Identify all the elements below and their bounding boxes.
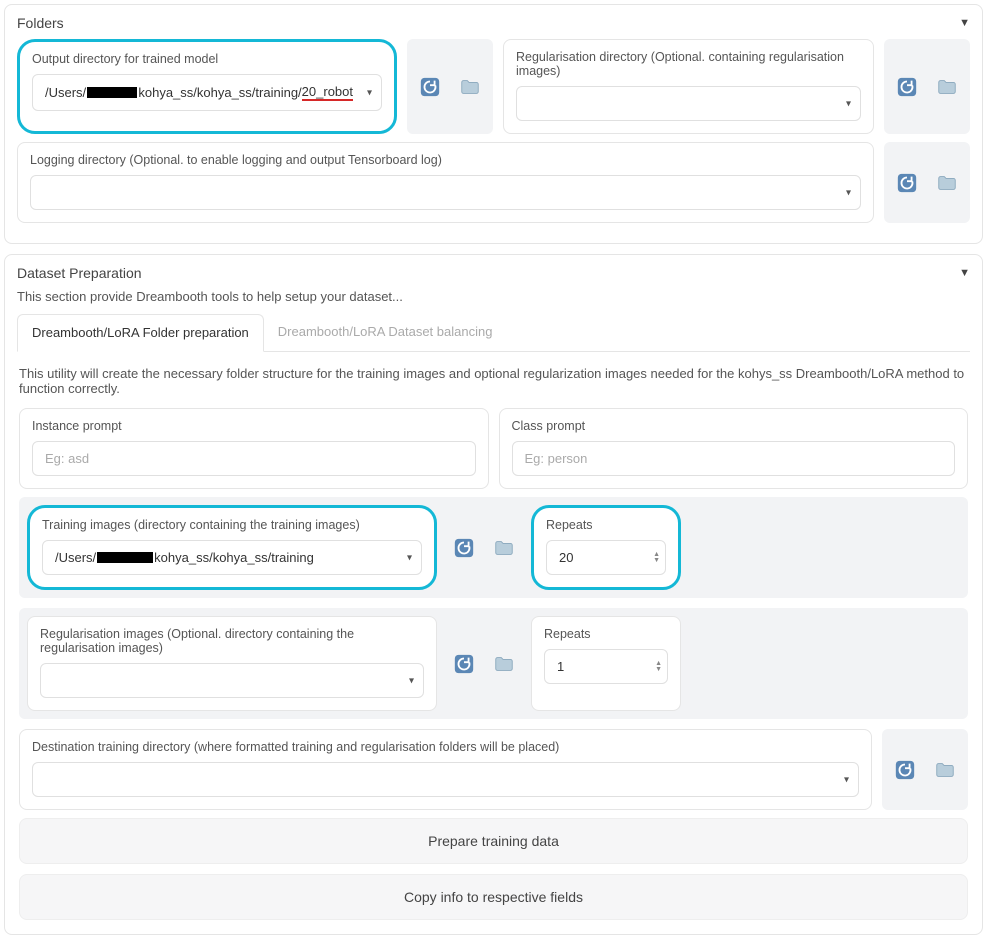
collapse-caret-icon: ▼ <box>959 267 970 279</box>
regularisation-images-input[interactable] <box>40 663 424 698</box>
folder-icon <box>493 653 515 675</box>
dataset-subtext: This section provide Dreambooth tools to… <box>17 289 970 304</box>
tab-dataset-balancing[interactable]: Dreambooth/LoRA Dataset balancing <box>264 314 507 351</box>
refresh-button[interactable] <box>890 70 924 104</box>
reg-repeats-label: Repeats <box>544 627 668 641</box>
refresh-button[interactable] <box>890 166 924 200</box>
refresh-icon <box>896 76 918 98</box>
folders-title: Folders <box>17 15 64 31</box>
folder-button[interactable] <box>487 531 521 565</box>
regularisation-images-label: Regularisation images (Optional. directo… <box>40 627 424 655</box>
dataset-tabs: Dreambooth/LoRA Folder preparation Dream… <box>17 314 970 352</box>
folder-icon <box>934 759 956 781</box>
logging-directory-field: Logging directory (Optional. to enable l… <box>17 142 874 223</box>
regularisation-images-field: Regularisation images (Optional. directo… <box>27 616 437 711</box>
destination-directory-label: Destination training directory (where fo… <box>32 740 859 754</box>
refresh-button[interactable] <box>413 70 447 104</box>
folders-panel: Folders ▼ Output directory for trained m… <box>4 4 983 244</box>
refresh-icon <box>453 653 475 675</box>
instance-prompt-label: Instance prompt <box>32 419 476 433</box>
regularisation-images-row: Regularisation images (Optional. directo… <box>19 608 968 719</box>
reg-images-actions <box>447 616 521 711</box>
refresh-icon <box>419 76 441 98</box>
training-repeats-field: Repeats ▲▼ <box>531 505 681 590</box>
training-repeats-label: Repeats <box>546 518 666 532</box>
copy-info-button[interactable]: Copy info to respective fields <box>19 874 968 920</box>
training-images-row: Training images (directory containing th… <box>19 497 968 598</box>
destination-directory-input[interactable] <box>32 762 859 797</box>
folder-button[interactable] <box>930 70 964 104</box>
logging-directory-input[interactable] <box>30 175 861 210</box>
instance-prompt-field: Instance prompt <box>19 408 489 489</box>
training-images-actions <box>447 505 521 590</box>
refresh-icon <box>453 537 475 559</box>
refresh-icon <box>896 172 918 194</box>
output-dir-actions <box>407 39 493 134</box>
class-prompt-input[interactable] <box>512 441 956 476</box>
refresh-button[interactable] <box>447 531 481 565</box>
regularisation-directory-input[interactable] <box>516 86 861 121</box>
reg-repeats-input[interactable] <box>544 649 668 684</box>
folders-header[interactable]: Folders ▼ <box>17 15 970 31</box>
instance-prompt-input[interactable] <box>32 441 476 476</box>
folder-button[interactable] <box>930 166 964 200</box>
training-repeats-input[interactable] <box>546 540 666 575</box>
refresh-button[interactable] <box>447 647 481 681</box>
tab-folder-preparation[interactable]: Dreambooth/LoRA Folder preparation <box>17 314 264 352</box>
training-images-field: Training images (directory containing th… <box>27 505 437 590</box>
folder-button[interactable] <box>453 70 487 104</box>
redacted-username <box>87 87 137 98</box>
class-prompt-label: Class prompt <box>512 419 956 433</box>
regularisation-directory-label: Regularisation directory (Optional. cont… <box>516 50 861 78</box>
folder-icon <box>936 172 958 194</box>
log-dir-actions <box>884 142 970 223</box>
stepper-icon[interactable]: ▲▼ <box>653 552 660 564</box>
output-directory-label: Output directory for trained model <box>32 52 382 66</box>
utility-description: This utility will create the necessary f… <box>19 366 968 396</box>
redacted-username <box>97 552 153 563</box>
destination-directory-field: Destination training directory (where fo… <box>19 729 872 810</box>
training-images-label: Training images (directory containing th… <box>42 518 422 532</box>
logging-directory-label: Logging directory (Optional. to enable l… <box>30 153 861 167</box>
refresh-icon <box>894 759 916 781</box>
reg-dir-actions <box>884 39 970 134</box>
prepare-training-data-button[interactable]: Prepare training data <box>19 818 968 864</box>
dataset-title: Dataset Preparation <box>17 265 142 281</box>
folder-button[interactable] <box>928 753 962 787</box>
refresh-button[interactable] <box>888 753 922 787</box>
folder-icon <box>459 76 481 98</box>
training-images-input[interactable]: /Users/kohya_ss/kohya_ss/training <box>42 540 422 575</box>
folder-icon <box>493 537 515 559</box>
dest-dir-actions <box>882 729 968 810</box>
stepper-icon[interactable]: ▲▼ <box>655 661 662 673</box>
dataset-header[interactable]: Dataset Preparation ▼ <box>17 265 970 281</box>
folder-icon <box>936 76 958 98</box>
collapse-caret-icon: ▼ <box>959 17 970 29</box>
regularisation-directory-field: Regularisation directory (Optional. cont… <box>503 39 874 134</box>
folder-button[interactable] <box>487 647 521 681</box>
class-prompt-field: Class prompt <box>499 408 969 489</box>
reg-repeats-field: Repeats ▲▼ <box>531 616 681 711</box>
dataset-preparation-panel: Dataset Preparation ▼ This section provi… <box>4 254 983 935</box>
output-directory-input[interactable]: /Users/kohya_ss/kohya_ss/training/20_rob… <box>32 74 382 111</box>
output-directory-field: Output directory for trained model /User… <box>17 39 397 134</box>
